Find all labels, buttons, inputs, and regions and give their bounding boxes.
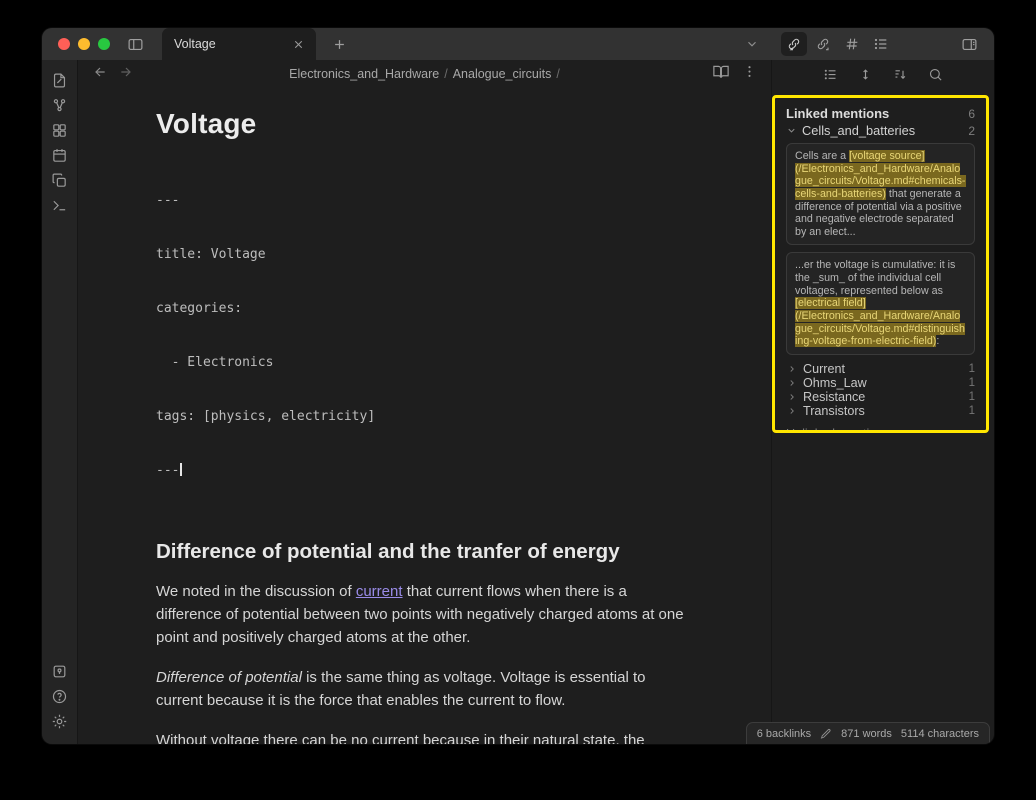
text-segment: We noted in the discussion of bbox=[156, 583, 356, 600]
chevron-down-icon[interactable] bbox=[786, 125, 797, 136]
inline-link[interactable]: current bbox=[356, 583, 403, 600]
vault-switcher-icon[interactable] bbox=[46, 659, 74, 684]
reading-mode-book-icon[interactable] bbox=[712, 63, 730, 86]
back-arrow-icon[interactable] bbox=[92, 64, 108, 85]
titlebar: Voltage bbox=[42, 28, 994, 60]
templates-copy-icon[interactable] bbox=[46, 168, 74, 193]
tab-close-icon[interactable] bbox=[288, 34, 308, 54]
outline-list-icon[interactable] bbox=[868, 32, 894, 56]
backlinks-panel: Linked mentions 6 Cells_and_batteries 2 … bbox=[771, 60, 994, 744]
mention-group-label: Cells_and_batteries bbox=[802, 123, 968, 138]
zoom-window-button[interactable] bbox=[98, 38, 110, 50]
sidebar-left-toggle-icon[interactable] bbox=[122, 32, 148, 56]
app-window: Voltage bbox=[42, 28, 994, 744]
pane-header: Electronics_and_Hardware / Analogue_circ… bbox=[78, 60, 771, 88]
mention-group-current[interactable]: Current 1 bbox=[786, 362, 975, 376]
character-count: 5114 characters bbox=[901, 728, 979, 740]
left-ribbon bbox=[42, 60, 78, 744]
mention-group-cells-and-batteries[interactable]: Cells_and_batteries 2 bbox=[786, 123, 975, 138]
frontmatter-line: --- bbox=[156, 462, 693, 480]
frontmatter-line: tags: [physics, electricity] bbox=[156, 408, 693, 426]
paragraph: We noted in the discussion of current th… bbox=[156, 581, 693, 650]
mention-group-transistors[interactable]: Transistors 1 bbox=[786, 404, 975, 418]
search-icon[interactable] bbox=[925, 63, 947, 85]
status-bar: 6 backlinks 871 words 5114 characters bbox=[746, 722, 990, 744]
chevron-right-icon[interactable] bbox=[787, 364, 797, 374]
backlinks-panel-toolbar bbox=[772, 60, 994, 88]
editor-pane: Electronics_and_Hardware / Analogue_circ… bbox=[78, 60, 771, 744]
graph-view-icon[interactable] bbox=[46, 93, 74, 118]
tags-hash-icon[interactable] bbox=[839, 32, 865, 56]
frontmatter-line: --- bbox=[156, 192, 693, 210]
help-icon[interactable] bbox=[46, 684, 74, 709]
paragraph: Without voltage there can be no current … bbox=[156, 730, 693, 744]
annotation-highlight-box: Linked mentions 6 Cells_and_batteries 2 … bbox=[772, 95, 989, 433]
editor-scroll-area[interactable]: Voltage --- title: Voltage categories: -… bbox=[78, 88, 771, 744]
minimize-window-button[interactable] bbox=[78, 38, 90, 50]
breadcrumb-separator: / bbox=[444, 67, 447, 81]
unlinked-mentions-header[interactable]: Unlinked mentions bbox=[786, 427, 975, 433]
window-controls bbox=[58, 38, 110, 50]
search-highlight-text: [electrical field](/Electronics_and_Hard… bbox=[795, 297, 965, 347]
section-heading: Difference of potential and the tranfer … bbox=[156, 540, 693, 564]
word-count: 871 words bbox=[841, 728, 892, 740]
view-toolbar bbox=[781, 32, 894, 56]
tab-voltage[interactable]: Voltage bbox=[162, 28, 316, 60]
sidebar-right-toggle-icon[interactable] bbox=[956, 32, 982, 56]
canvas-icon[interactable] bbox=[46, 118, 74, 143]
mention-group-resistance[interactable]: Resistance 1 bbox=[786, 390, 975, 404]
tab-list-chevron-icon[interactable] bbox=[739, 32, 765, 56]
new-tab-button[interactable] bbox=[326, 32, 352, 56]
outgoing-links-icon[interactable] bbox=[810, 32, 836, 56]
linked-mentions-header[interactable]: Linked mentions 6 bbox=[786, 106, 975, 121]
tab-title: Voltage bbox=[174, 37, 288, 51]
frontmatter-line: - Electronics bbox=[156, 354, 693, 372]
backlinks-count[interactable]: 6 backlinks bbox=[757, 728, 811, 740]
daily-note-calendar-icon[interactable] bbox=[46, 143, 74, 168]
text-segment: : bbox=[936, 335, 939, 347]
breadcrumb-folder[interactable]: Electronics_and_Hardware bbox=[289, 67, 439, 81]
expand-collapse-icon[interactable] bbox=[855, 63, 877, 85]
mention-group-count: 2 bbox=[968, 124, 975, 138]
text-segment: Difference of potential bbox=[156, 669, 302, 686]
pencil-icon bbox=[820, 728, 832, 740]
frontmatter-block: --- title: Voltage categories: - Electro… bbox=[156, 156, 693, 516]
text-segment: ...er the voltage is cumulative: it is t… bbox=[795, 259, 955, 296]
mention-card[interactable]: Cells are a [voltage source](/Electronic… bbox=[786, 143, 975, 245]
chevron-right-icon[interactable] bbox=[787, 392, 797, 402]
close-window-button[interactable] bbox=[58, 38, 70, 50]
paragraph: Difference of potential is the same thin… bbox=[156, 667, 693, 713]
chevron-right-icon[interactable] bbox=[787, 406, 797, 416]
breadcrumb: Electronics_and_Hardware / Analogue_circ… bbox=[289, 67, 560, 81]
text-cursor bbox=[180, 463, 182, 476]
note-document: Voltage --- title: Voltage categories: -… bbox=[156, 88, 693, 744]
backlinks-icon[interactable] bbox=[781, 32, 807, 56]
more-options-icon[interactable] bbox=[742, 64, 757, 84]
linked-mentions-count: 6 bbox=[968, 107, 975, 121]
chevron-right-icon[interactable] bbox=[787, 378, 797, 388]
mention-card[interactable]: ...er the voltage is cumulative: it is t… bbox=[786, 252, 975, 354]
settings-gear-icon[interactable] bbox=[46, 709, 74, 734]
breadcrumb-separator: / bbox=[556, 67, 559, 81]
window-body: Electronics_and_Hardware / Analogue_circ… bbox=[42, 60, 994, 744]
frontmatter-line: title: Voltage bbox=[156, 246, 693, 264]
text-segment: Cells are a bbox=[795, 150, 849, 162]
linked-mentions-title: Linked mentions bbox=[786, 106, 968, 121]
list-icon[interactable] bbox=[820, 63, 842, 85]
terminal-icon[interactable] bbox=[46, 193, 74, 218]
mention-group-ohms-law[interactable]: Ohms_Law 1 bbox=[786, 376, 975, 390]
text-segment: Without voltage there can be no current … bbox=[156, 732, 656, 744]
frontmatter-line: categories: bbox=[156, 300, 693, 318]
breadcrumb-folder[interactable]: Analogue_circuits bbox=[453, 67, 552, 81]
new-note-icon[interactable] bbox=[46, 68, 74, 93]
note-title: Voltage bbox=[156, 108, 693, 140]
sort-order-icon[interactable] bbox=[890, 63, 912, 85]
forward-arrow-icon[interactable] bbox=[118, 64, 134, 85]
